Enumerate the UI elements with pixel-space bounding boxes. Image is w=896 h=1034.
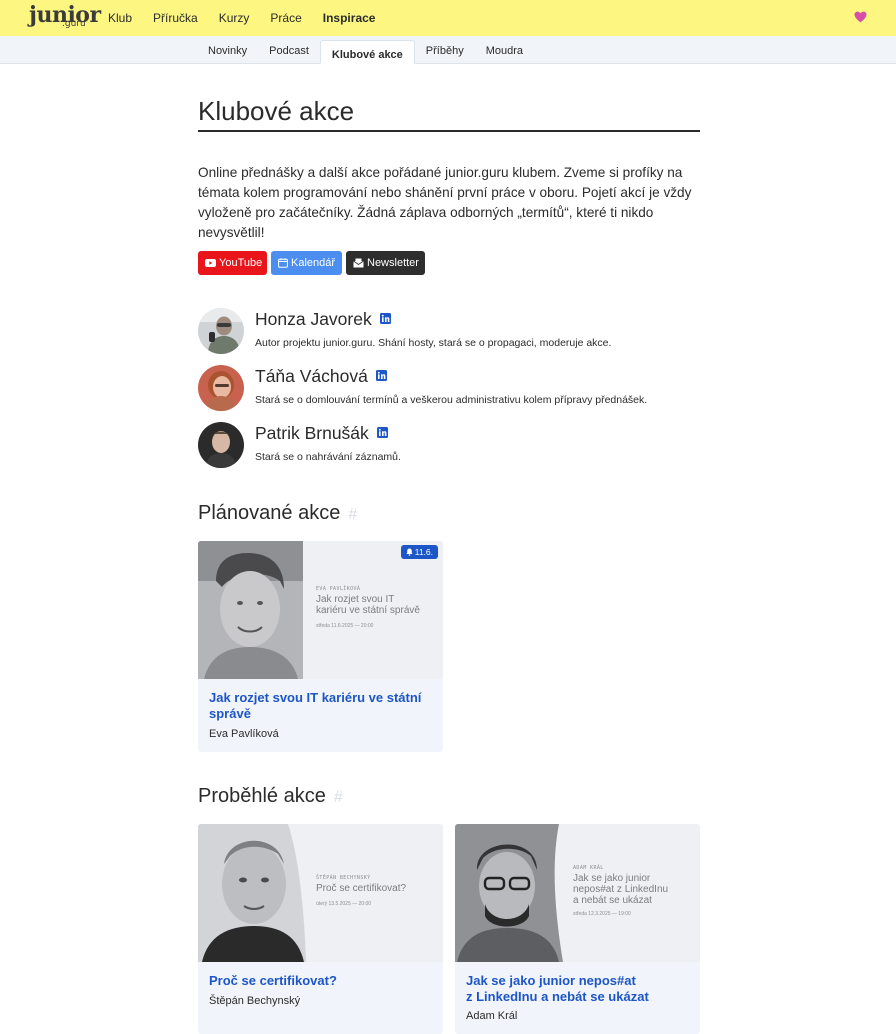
event-card[interactable]: EVA PAVLÍKOVÁ Jak rozjet svou IT kariéru… [198, 541, 443, 752]
nav-item-prirucka[interactable]: Příručka [153, 0, 198, 36]
calendar-button[interactable]: Kalendář [271, 251, 342, 275]
tab-klubove-akce[interactable]: Klubové akce [319, 40, 415, 64]
newsletter-button[interactable]: Newsletter [346, 251, 425, 275]
poster-date: úterý 13.5.2025 — 20:00 [316, 901, 372, 907]
youtube-button-label: YouTube [219, 257, 263, 269]
newsletter-button-label: Newsletter [367, 257, 419, 269]
main-nav: Klub Příručka Kurzy Práce Inspirace [108, 0, 396, 36]
event-card[interactable]: ŠTĚPÁN BECHYNSKÝ Proč se certifikovat? ú… [198, 824, 443, 1034]
nav-item-klub[interactable]: Klub [108, 0, 132, 36]
poster-title-line1: Proč se certifikovat? [316, 883, 407, 894]
avatar [198, 308, 244, 354]
organizer-honza-javorek: Honza Javorek Autor projektu junior.guru… [198, 308, 700, 356]
youtube-icon [205, 259, 216, 267]
organizer-tana-vachova: Táňa Váchová Stará se o domlouvání termí… [198, 365, 700, 413]
linkedin-icon[interactable] [379, 313, 391, 325]
junior-guru-logo[interactable]: junior .guru [29, 2, 101, 32]
event-card[interactable]: ADAM KRÁL Jak se jako junior nepos#at z … [455, 824, 700, 1034]
avatar [198, 422, 244, 468]
event-title[interactable]: Jak se jako junior nepos#at z LinkedInu … [466, 973, 691, 1005]
avatar [198, 365, 244, 411]
event-author: Eva Pavlíková [209, 728, 279, 740]
youtube-button[interactable]: YouTube [198, 251, 267, 275]
nav-item-prace[interactable]: Práce [270, 0, 301, 36]
poster-title-line1: Jak rozjet svou IT [316, 594, 395, 605]
linkedin-icon[interactable] [376, 427, 388, 439]
section-title-planned: Plánované akce # [198, 502, 357, 525]
calendar-button-label: Kalendář [291, 257, 336, 269]
anchor-link[interactable]: # [348, 506, 357, 523]
tab-novinky[interactable]: Novinky [197, 36, 258, 64]
heart-icon[interactable] [854, 11, 867, 23]
event-poster: EVA PAVLÍKOVÁ Jak rozjet svou IT kariéru… [198, 541, 443, 679]
tab-moudra[interactable]: Moudra [475, 36, 534, 64]
badge-text: 11.6. [414, 547, 433, 557]
event-date-badge: 11.6. [400, 545, 438, 559]
event-author: Adam Král [466, 1010, 518, 1022]
organizer-description: Stará se o nahrávání záznamů. [255, 451, 401, 463]
organizer-description: Autor projektu junior.guru. Shání hosty,… [255, 337, 612, 349]
sub-nav: Novinky Podcast Klubové akce Příběhy Mou… [0, 36, 896, 64]
organizer-name: Táňa Váchová [255, 366, 368, 386]
event-poster: ŠTĚPÁN BECHYNSKÝ Proč se certifikovat? ú… [198, 824, 443, 962]
nav-item-kurzy[interactable]: Kurzy [219, 0, 250, 36]
event-author: Štěpán Bechynský [209, 995, 301, 1007]
poster-speaker: ADAM KRÁL [573, 865, 604, 871]
envelope-icon [353, 258, 364, 268]
event-poster: ADAM KRÁL Jak se jako junior nepos#at z … [455, 824, 700, 962]
poster-date: středa 12.3.2025 — 19:00 [573, 911, 631, 917]
channel-buttons: YouTube Kalendář Newsletter [198, 251, 425, 275]
organizer-patrik-brnusak: Patrik Brnušák Stará se o nahrávání zázn… [198, 422, 700, 470]
poster-date: středa 11.6.2025 — 20:00 [316, 623, 374, 629]
tab-podcast[interactable]: Podcast [258, 36, 320, 64]
tab-pribehy[interactable]: Příběhy [415, 36, 475, 64]
event-title[interactable]: Proč se certifikovat? [209, 973, 434, 989]
section-title-text: Proběhlé akce [198, 785, 326, 807]
organizer-name: Honza Javorek [255, 309, 372, 329]
organizer-name: Patrik Brnušák [255, 423, 369, 443]
nav-item-inspirace[interactable]: Inspirace [323, 0, 376, 36]
organizer-description: Stará se o domlouvání termínů a veškerou… [255, 394, 648, 406]
section-title-past: Proběhlé akce # [198, 785, 343, 808]
bell-icon [406, 548, 413, 556]
poster-title-line1: Jak se jako junior [573, 873, 651, 884]
linkedin-icon[interactable] [375, 370, 387, 382]
calendar-icon [278, 258, 288, 268]
event-title-line2: z LinkedInu a nebát se ukázat [466, 989, 649, 1004]
top-bar: junior .guru Klub Příručka Kurzy Práce I… [0, 0, 896, 36]
poster-speaker: EVA PAVLÍKOVÁ [316, 586, 361, 592]
section-title-text: Plánované akce [198, 502, 341, 524]
anchor-link[interactable]: # [334, 789, 343, 806]
intro-text: Online přednášky a další akce pořádané j… [198, 165, 692, 240]
poster-title-line2: nepos#at z LinkedInu [573, 884, 669, 895]
poster-speaker: ŠTĚPÁN BECHYNSKÝ [316, 875, 371, 881]
logo-sub-text: .guru [62, 19, 86, 29]
page-title: Klubové akce [198, 96, 700, 132]
poster-title-line2: kariéru ve státní správě [316, 605, 420, 616]
poster-title-line3: a nebát se ukázat [573, 895, 652, 906]
event-title-line1: Jak se jako junior nepos#at [466, 973, 636, 988]
event-title[interactable]: Jak rozjet svou IT kariéru ve státní spr… [209, 690, 434, 722]
